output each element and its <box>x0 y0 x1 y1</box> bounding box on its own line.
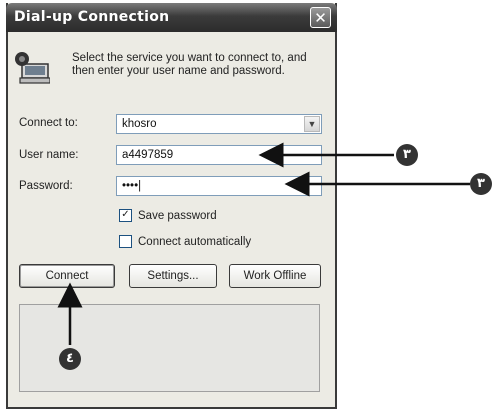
callout-password: ٣ <box>470 173 492 195</box>
callout-connect: ٤ <box>59 348 81 370</box>
callout-user-name: ٣ <box>396 144 418 166</box>
